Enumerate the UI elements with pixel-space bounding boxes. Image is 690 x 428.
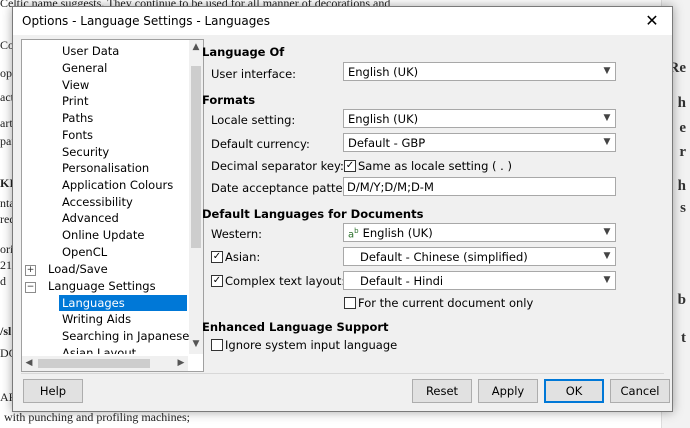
asian-language-select[interactable]: Default - Chinese (simplified) ▼: [343, 247, 616, 266]
decimal-separator-checkbox-label[interactable]: Same as locale setting ( . ): [358, 159, 512, 173]
doc-right-text: s: [680, 200, 686, 216]
current-document-only-label[interactable]: For the current document only: [358, 296, 533, 310]
asian-checkbox[interactable]: ✓: [211, 251, 223, 263]
help-button[interactable]: Help: [23, 379, 83, 403]
cancel-button[interactable]: Cancel: [610, 379, 670, 403]
decimal-separator-checkbox[interactable]: ✓: [344, 160, 356, 172]
tree-vertical-scroll-thumb[interactable]: [191, 66, 201, 248]
tree-horizontal-scrollbar[interactable]: ◀ ▶: [22, 356, 188, 371]
ignore-system-input-checkbox[interactable]: [211, 339, 223, 351]
western-language-select[interactable]: ab English (UK) ▼: [343, 223, 616, 242]
western-language-display: ab English (UK): [348, 226, 433, 240]
title-bar[interactable]: Options - Language Settings - Languages …: [13, 7, 672, 35]
tree-item-personalisation[interactable]: Personalisation: [62, 160, 149, 176]
tree-item-fonts[interactable]: Fonts: [62, 127, 93, 143]
date-patterns-label: Date acceptance patterns:: [211, 181, 365, 195]
options-tree[interactable]: User Data General View Print Paths Fonts…: [21, 39, 204, 372]
collapse-icon[interactable]: −: [25, 282, 36, 293]
chevron-down-icon: ▼: [603, 113, 611, 123]
date-patterns-input[interactable]: [347, 179, 607, 194]
chevron-down-icon: ▼: [603, 227, 611, 237]
section-default-languages: Default Languages for Documents: [202, 207, 424, 221]
tree-item-paths[interactable]: Paths: [62, 110, 93, 126]
tree-item-opencl[interactable]: OpenCL: [62, 244, 107, 260]
doc-right-text: h: [677, 178, 686, 194]
doc-line: d: [0, 274, 6, 288]
reset-button[interactable]: Reset: [412, 379, 472, 403]
ignore-system-input-label[interactable]: Ignore system input language: [225, 338, 397, 352]
complex-text-layout-value: Default - Hindi: [360, 274, 444, 288]
close-button[interactable]: ✕: [632, 7, 672, 35]
tree-item-security[interactable]: Security: [62, 144, 109, 160]
tree-item-application-colours[interactable]: Application Colours: [62, 177, 173, 193]
tree-item-language-settings[interactable]: Language Settings: [48, 278, 156, 294]
user-interface-label: User interface:: [211, 67, 297, 81]
tree-item-load-save[interactable]: Load/Save: [48, 261, 108, 277]
western-label: Western:: [211, 227, 263, 241]
apply-button[interactable]: Apply: [478, 379, 538, 403]
default-currency-label: Default currency:: [211, 137, 310, 151]
default-currency-value: Default - GBP: [348, 136, 426, 150]
tree-item-user-data[interactable]: User Data: [62, 43, 119, 59]
tree-item-languages[interactable]: Languages: [59, 295, 187, 311]
doc-line: with punching and profiling machines;: [4, 410, 190, 424]
tree-item-advanced[interactable]: Advanced: [62, 210, 119, 226]
complex-text-layout-checkbox[interactable]: ✓: [211, 275, 223, 287]
decimal-separator-label: Decimal separator key:: [211, 159, 344, 173]
scroll-up-icon[interactable]: ▲: [189, 42, 203, 52]
scroll-right-icon[interactable]: ▶: [174, 358, 188, 368]
default-currency-select[interactable]: Default - GBP ▼: [343, 133, 616, 152]
section-enhanced-language-support: Enhanced Language Support: [202, 320, 389, 334]
dialog-title: Options - Language Settings - Languages: [22, 14, 270, 28]
user-interface-select[interactable]: English (UK) ▼: [343, 62, 616, 81]
doc-right-text: e: [679, 120, 686, 136]
locale-setting-select[interactable]: English (UK) ▼: [343, 109, 616, 128]
asian-label[interactable]: Asian:: [225, 250, 260, 264]
tree-item-view[interactable]: View: [62, 77, 89, 93]
ok-button[interactable]: OK: [544, 379, 604, 403]
locale-setting-label: Locale setting:: [211, 113, 296, 127]
chevron-down-icon: ▼: [603, 251, 611, 261]
button-separator: [21, 373, 664, 374]
chevron-down-icon: ▼: [603, 275, 611, 285]
doc-right-text: b: [677, 292, 686, 308]
spellcheck-icon: ab: [348, 226, 359, 240]
scroll-left-icon[interactable]: ◀: [22, 358, 36, 368]
tree-item-print[interactable]: Print: [62, 93, 88, 109]
doc-line: /sl: [0, 324, 12, 338]
tree-item-accessibility[interactable]: Accessibility: [62, 194, 133, 210]
expand-icon[interactable]: +: [25, 265, 36, 276]
chevron-down-icon: ▼: [603, 137, 611, 147]
user-interface-value: English (UK): [348, 65, 419, 79]
section-formats: Formats: [202, 93, 256, 107]
options-dialog: Options - Language Settings - Languages …: [12, 6, 673, 412]
western-language-value: English (UK): [362, 226, 433, 240]
current-document-only-checkbox[interactable]: [344, 297, 356, 309]
close-icon: ✕: [645, 11, 659, 30]
doc-right-text: r: [679, 144, 686, 160]
complex-text-layout-select[interactable]: Default - Hindi ▼: [343, 271, 616, 290]
tree-item-general[interactable]: General: [62, 60, 107, 76]
complex-text-layout-label[interactable]: Complex text layout:: [225, 274, 345, 288]
tree-vertical-scrollbar[interactable]: ▲ ▼: [189, 40, 203, 354]
scroll-down-icon[interactable]: ▼: [189, 339, 203, 349]
tree-item-searching-in-japanese[interactable]: Searching in Japanese: [62, 328, 189, 344]
tree-horizontal-scroll-thumb[interactable]: [38, 359, 150, 368]
asian-language-value: Default - Chinese (simplified): [360, 250, 528, 264]
section-language-of: Language Of: [202, 45, 285, 59]
tree-item-writing-aids[interactable]: Writing Aids: [62, 311, 131, 327]
chevron-down-icon: ▼: [603, 66, 611, 76]
tree-item-asian-layout[interactable]: Asian Layout: [62, 345, 136, 354]
locale-setting-value: English (UK): [348, 112, 419, 126]
doc-right-text: h: [677, 95, 686, 111]
date-patterns-field[interactable]: [343, 177, 616, 196]
doc-line: 21: [0, 258, 12, 272]
doc-right-text: t: [681, 330, 686, 346]
tree-item-online-update[interactable]: Online Update: [62, 227, 144, 243]
